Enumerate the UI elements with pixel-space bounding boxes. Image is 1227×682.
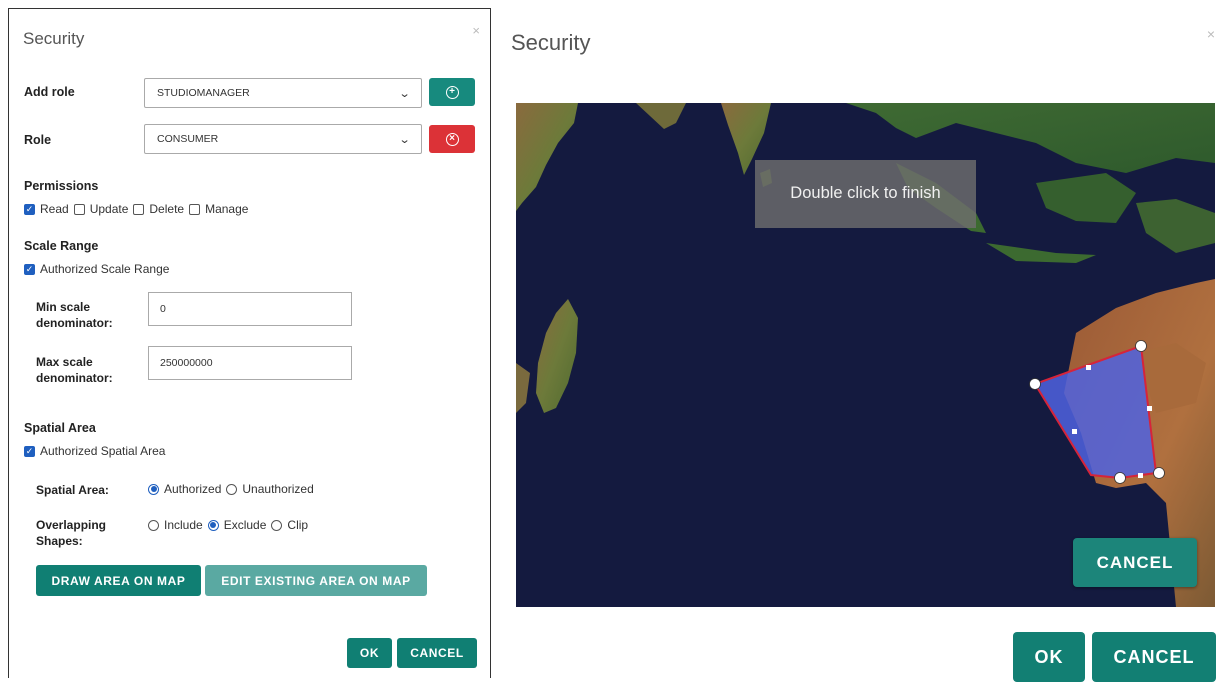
radio-icon <box>148 519 159 531</box>
overlapping-shapes-label: Overlapping Shapes: <box>36 517 106 549</box>
checkbox-checked-icon: ✓ <box>24 263 35 275</box>
spatial-area-title: Spatial Area <box>24 421 96 435</box>
min-scale-label: Min scale denominator: <box>36 299 113 331</box>
add-role-select[interactable]: STUDIOMANAGER ⌄ <box>144 78 422 108</box>
permission-read[interactable]: ✓ Read <box>24 202 69 216</box>
x-circle-icon: × <box>445 132 459 146</box>
permissions-title: Permissions <box>24 179 99 193</box>
radio-unauthorized[interactable]: Unauthorized <box>226 482 314 496</box>
overlap-radio-group: Include Exclude Clip <box>148 518 313 532</box>
plus-circle-icon: + <box>445 85 459 99</box>
spatial-area-label: Spatial Area: <box>36 483 109 497</box>
checkbox-icon <box>73 203 85 215</box>
min-scale-input[interactable]: 0 <box>148 292 352 326</box>
dialog-title: Security <box>23 29 85 48</box>
authorized-scale-range-checkbox[interactable]: ✓ Authorized Scale Range <box>24 262 169 276</box>
add-role-button[interactable]: + <box>429 78 475 106</box>
permission-update[interactable]: Update <box>73 202 129 216</box>
chevron-down-icon: ⌄ <box>398 133 411 146</box>
spatial-area-radio-group: Authorized Unauthorized <box>148 482 319 496</box>
polygon-midpoint-handle[interactable] <box>1147 406 1152 411</box>
close-icon[interactable]: × <box>1207 26 1215 42</box>
polygon-midpoint-handle[interactable] <box>1086 365 1091 370</box>
max-scale-label-line2: denominator: <box>36 371 113 385</box>
map-cancel-button[interactable]: CANCEL <box>1073 538 1197 587</box>
permission-delete-label: Delete <box>149 202 185 216</box>
max-scale-input[interactable]: 250000000 <box>148 346 352 380</box>
role-label: Role <box>24 133 52 147</box>
ok-button-right[interactable]: OK <box>1013 632 1085 682</box>
polygon-vertex-handle[interactable] <box>1153 467 1165 479</box>
edit-area-button[interactable]: EDIT EXISTING AREA ON MAP <box>205 565 427 596</box>
overlapping-shapes-line1: Overlapping <box>36 518 107 532</box>
polygon-vertex-handle[interactable] <box>1135 340 1147 352</box>
role-select[interactable]: CONSUMER ⌄ <box>144 124 422 154</box>
polygon-vertex-handle[interactable] <box>1029 378 1041 390</box>
land-borneo <box>1036 173 1136 223</box>
radio-include-label: Include <box>164 518 203 532</box>
ok-button[interactable]: OK <box>347 638 392 668</box>
radio-clip[interactable]: Clip <box>271 518 308 532</box>
radio-authorized[interactable]: Authorized <box>148 482 221 496</box>
security-dialog-left: Security × Add role STUDIOMANAGER ⌄ + Ro… <box>8 8 491 678</box>
permission-manage-label: Manage <box>205 202 249 216</box>
land-africa <box>516 103 578 211</box>
radio-icon <box>271 519 283 531</box>
polygon-vertex-handle[interactable] <box>1114 472 1126 484</box>
radio-clip-label: Clip <box>287 518 309 532</box>
permission-update-label: Update <box>89 202 129 216</box>
add-role-label: Add role <box>24 85 75 99</box>
cancel-button-right[interactable]: CANCEL <box>1092 632 1216 682</box>
cancel-button[interactable]: CANCEL <box>397 638 477 668</box>
permission-manage[interactable]: Manage <box>189 202 248 216</box>
permissions-row: ✓ Read Update Delete Manage <box>24 202 253 216</box>
radio-unauthorized-label: Unauthorized <box>242 482 314 496</box>
max-scale-label-line1: Max scale <box>36 355 93 369</box>
overlapping-shapes-line2: Shapes: <box>36 534 83 548</box>
chevron-down-icon: ⌄ <box>398 87 411 100</box>
draw-area-button[interactable]: DRAW AREA ON MAP <box>36 565 201 596</box>
land-java <box>986 243 1096 263</box>
radio-include[interactable]: Include <box>148 518 203 532</box>
map-view[interactable]: Double click to finish CANCEL <box>516 103 1215 607</box>
radio-icon <box>226 483 238 495</box>
radio-exclude[interactable]: Exclude <box>207 518 267 532</box>
checkbox-checked-icon: ✓ <box>24 203 35 215</box>
polygon-midpoint-handle[interactable] <box>1072 429 1077 434</box>
role-select-value: CONSUMER <box>157 133 219 145</box>
authorized-spatial-area-checkbox[interactable]: ✓ Authorized Spatial Area <box>24 444 165 458</box>
min-scale-label-line1: Min scale <box>36 300 91 314</box>
radio-exclude-label: Exclude <box>223 518 267 532</box>
radio-selected-icon <box>148 483 159 495</box>
max-scale-label: Max scale denominator: <box>36 354 113 386</box>
checkbox-icon <box>189 203 201 215</box>
map-tooltip: Double click to finish <box>755 160 976 228</box>
authorized-spatial-area-label: Authorized Spatial Area <box>40 444 166 458</box>
radio-selected-icon <box>207 519 219 531</box>
checkbox-icon <box>133 203 145 215</box>
min-scale-label-line2: denominator: <box>36 316 113 330</box>
land-mozambique <box>516 363 530 413</box>
authorized-scale-range-label: Authorized Scale Range <box>40 262 170 276</box>
permission-delete[interactable]: Delete <box>133 202 184 216</box>
radio-authorized-label: Authorized <box>164 482 222 496</box>
land-sulawesi <box>1136 199 1215 253</box>
scale-range-title: Scale Range <box>24 239 99 253</box>
add-role-select-value: STUDIOMANAGER <box>157 87 250 99</box>
land-madagascar <box>536 299 578 413</box>
remove-role-button[interactable]: × <box>429 125 475 153</box>
checkbox-checked-icon: ✓ <box>24 445 35 457</box>
permission-read-label: Read <box>40 202 69 216</box>
close-icon[interactable]: × <box>472 23 480 38</box>
drawn-area-polygon[interactable] <box>1033 344 1158 480</box>
land-arabia <box>636 103 686 129</box>
polygon-midpoint-handle[interactable] <box>1138 473 1143 478</box>
dialog-title-right: Security <box>511 30 591 55</box>
